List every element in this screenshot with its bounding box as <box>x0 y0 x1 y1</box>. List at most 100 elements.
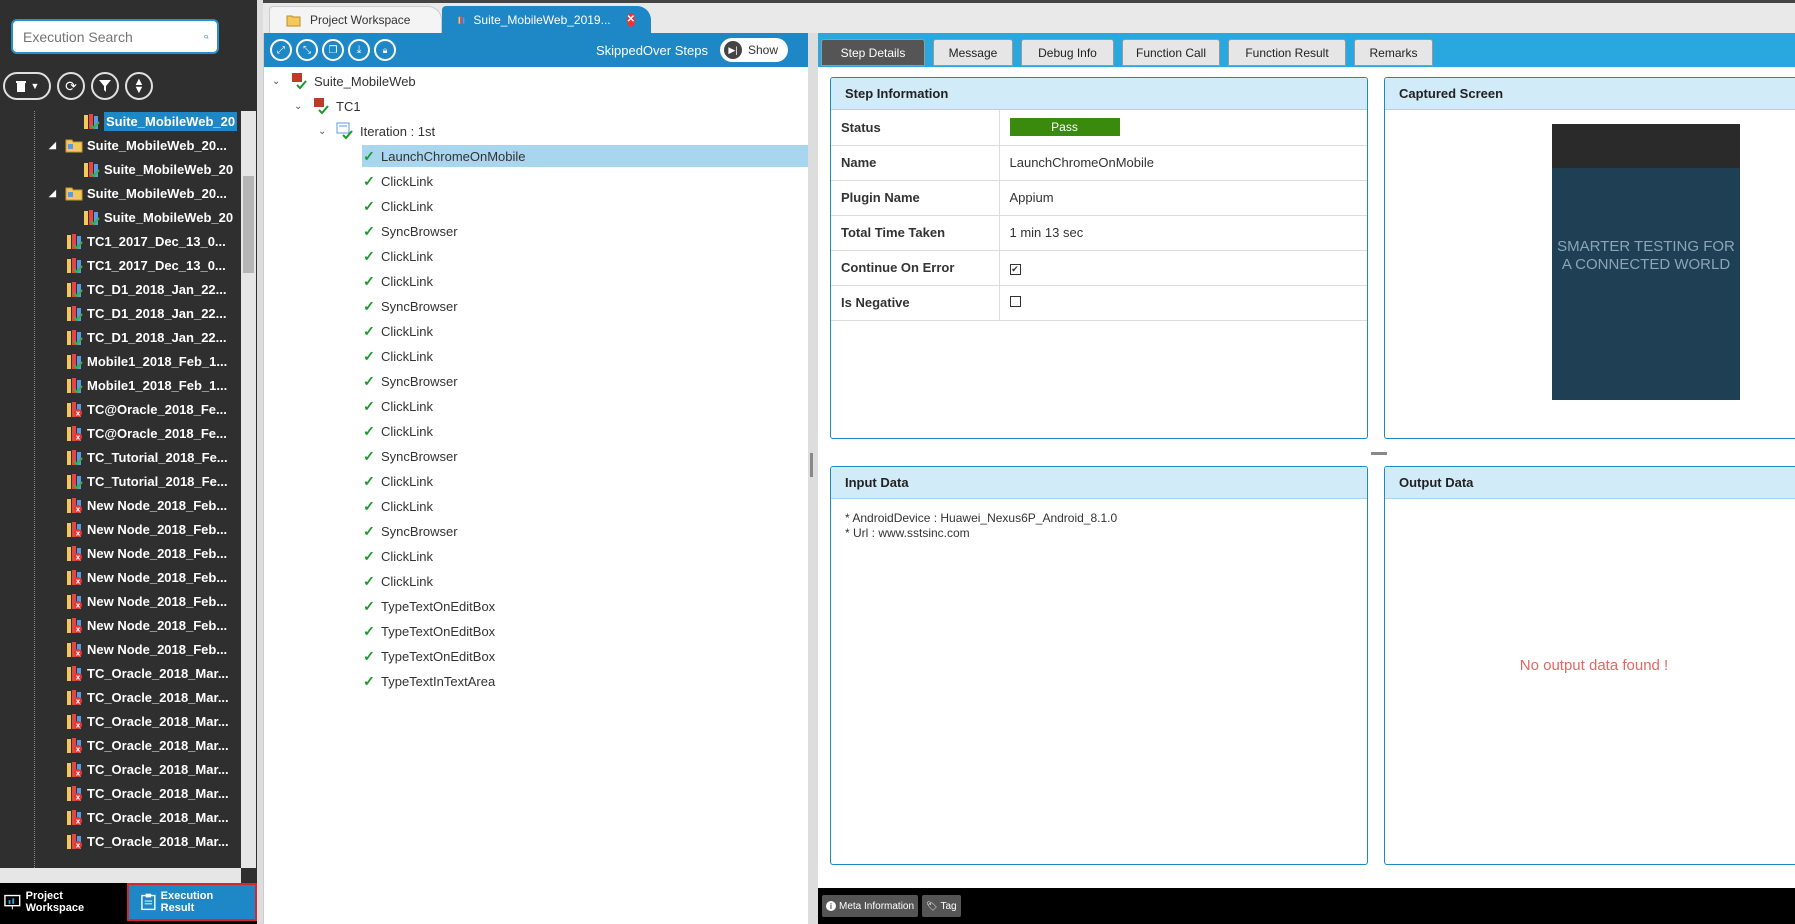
execution-tree-item[interactable]: x TC@Oracle_2018_Fe... <box>49 398 227 420</box>
expand-toggle-icon[interactable]: ⌄ <box>294 101 306 112</box>
expand-all-button[interactable]: ⤢ <box>270 39 292 61</box>
expand-toggle-icon[interactable]: ⌄ <box>272 76 284 87</box>
tree-vertical-scrollbar[interactable] <box>241 111 256 868</box>
step-tree-item[interactable]: ✓ SyncBrowser <box>362 520 457 542</box>
pass-check-icon: ✓ <box>363 197 375 214</box>
execution-tree-item[interactable]: x New Node_2018_Feb... <box>49 614 227 636</box>
step-tree-item[interactable]: ✓ TypeTextOnEditBox <box>362 645 495 667</box>
execution-tree-item[interactable]: Mobile1_2018_Feb_1... <box>49 374 227 396</box>
input-data-list: * AndroidDevice : Huawei_Nexus6P_Android… <box>831 499 1367 553</box>
delete-dropdown-button[interactable]: ▼ <box>3 72 51 100</box>
refresh-button[interactable]: ⟳ <box>57 72 85 100</box>
execution-tree-item[interactable]: x New Node_2018_Feb... <box>49 542 227 564</box>
expand-toggle-icon[interactable]: ◢ <box>49 140 61 151</box>
execution-tree-item[interactable]: TC_D1_2018_Jan_22... <box>49 302 226 324</box>
detail-tab[interactable]: Function Call <box>1122 39 1220 66</box>
detail-tab[interactable]: Message <box>933 39 1013 66</box>
step-tree-item[interactable]: ✓ ClickLink <box>362 195 433 217</box>
close-tab-icon[interactable]: ✕ <box>626 12 635 27</box>
execution-tree-item[interactable]: x New Node_2018_Feb... <box>49 590 227 612</box>
lock-button[interactable]: 🔒︎ <box>374 39 396 61</box>
execution-tree-item[interactable]: x TC_Oracle_2018_Mar... <box>49 662 229 684</box>
execution-tree-item[interactable]: TC_Tutorial_2018_Fe... <box>49 446 228 468</box>
execution-search-input[interactable] <box>23 28 204 45</box>
step-tree-item[interactable]: ✓ ClickLink <box>362 470 433 492</box>
tree-horizontal-scrollbar[interactable] <box>0 868 241 883</box>
step-tree-item[interactable]: ✓ SyncBrowser <box>362 295 457 317</box>
execution-tree-item[interactable]: x TC_Oracle_2018_Mar... <box>49 686 229 708</box>
readonly-checkbox: ✔ <box>1009 264 1021 275</box>
meta-information-button[interactable]: i Meta Information <box>822 895 919 917</box>
step-tree-item[interactable]: ✓ ClickLink <box>362 270 433 292</box>
detail-tab[interactable]: Remarks <box>1354 39 1433 66</box>
execution-tree-item[interactable]: TC_Tutorial_2018_Fe... <box>49 470 228 492</box>
step-tree-item[interactable]: ✓ ClickLink <box>362 420 433 442</box>
step-tree-item[interactable]: ✓ ClickLink <box>362 345 433 367</box>
step-tree-item[interactable]: ✓ ClickLink <box>362 170 433 192</box>
execution-tree-item[interactable]: Mobile1_2018_Feb_1... <box>49 350 227 372</box>
tab-suite-mobileweb[interactable]: Suite_MobileWeb_2019... ✕ <box>442 6 651 33</box>
execution-tree-item[interactable]: x TC_Oracle_2018_Mar... <box>49 782 229 804</box>
search-icon[interactable] <box>204 26 209 48</box>
expand-all-icon: ⤢ <box>277 44 285 56</box>
execution-tree-item[interactable]: x New Node_2018_Feb... <box>49 566 227 588</box>
tag-button[interactable]: 🏷︎ Tag <box>922 895 961 917</box>
step-tree-item[interactable]: ✓ ClickLink <box>362 320 433 342</box>
execution-tree-item[interactable]: ◢ Suite_MobileWeb_20... <box>49 134 227 156</box>
step-tree-item[interactable]: ⌄ Iteration : 1st <box>318 120 435 142</box>
bottom-tab-execution-result[interactable]: Execution Result <box>126 883 257 921</box>
step-tree-item[interactable]: ✓ SyncBrowser <box>362 370 457 392</box>
horizontal-splitter-grip[interactable] <box>1371 452 1387 455</box>
step-tree-item[interactable]: ✓ TypeTextOnEditBox <box>362 620 495 642</box>
execution-tree-item[interactable]: x New Node_2018_Feb... <box>49 494 227 516</box>
step-label: Suite_MobileWeb <box>314 73 416 89</box>
execution-tree-item[interactable]: x TC_Oracle_2018_Mar... <box>49 830 229 852</box>
detail-splitter[interactable] <box>808 33 818 924</box>
execution-tree-item[interactable]: ◢ Suite_MobileWeb_20... <box>49 182 227 204</box>
step-tree-item[interactable]: ✓ LaunchChromeOnMobile <box>362 145 809 167</box>
step-tree-item[interactable]: ✓ ClickLink <box>362 495 433 517</box>
execution-tree-item[interactable]: TC_D1_2018_Jan_22... <box>49 326 226 348</box>
document-tab-bar: Project Workspace Suite_MobileWeb_2019..… <box>263 0 1795 33</box>
show-skipped-toggle[interactable]: ▶| Show <box>719 38 788 62</box>
collapse-all-button[interactable]: ⤡ <box>296 39 318 61</box>
step-tree-item[interactable]: ✓ ClickLink <box>362 395 433 417</box>
expand-toggle-icon[interactable]: ⌄ <box>318 126 330 137</box>
execution-tree-item[interactable]: x New Node_2018_Feb... <box>49 638 227 660</box>
execution-tree-item[interactable]: x TC_Oracle_2018_Mar... <box>49 758 229 780</box>
execution-tree-item[interactable]: Suite_MobileWeb_20 <box>82 111 238 132</box>
step-tree-item[interactable]: ✓ SyncBrowser <box>362 445 458 467</box>
step-tree-item[interactable]: ✓ TypeTextOnEditBox <box>362 595 495 617</box>
step-tree-item[interactable]: ✓ TypeTextInTextArea <box>362 670 495 692</box>
execution-tree-item[interactable]: Suite_MobileWeb_20 <box>82 206 233 228</box>
execution-tree-item[interactable]: x New Node_2018_Feb... <box>49 518 227 540</box>
step-tree-item[interactable]: ✓ SyncBrowser <box>362 220 457 242</box>
detail-tab[interactable]: Debug Info <box>1021 39 1114 66</box>
execution-tree-item[interactable]: TC1_2017_Dec_13_0... <box>49 230 226 252</box>
sort-button[interactable]: ▲ ▼ <box>125 72 153 100</box>
download-button[interactable]: ⤓ <box>348 39 370 61</box>
tab-project-workspace[interactable]: Project Workspace <box>269 6 442 33</box>
detail-tab[interactable]: Function Result <box>1228 39 1346 66</box>
bottom-tab-project-workspace[interactable]: Project Workspace <box>0 883 121 921</box>
splitter-grip[interactable] <box>810 453 813 477</box>
expand-toggle-icon[interactable]: ◢ <box>49 188 61 199</box>
step-tree-item[interactable]: ⌄ TC1 <box>294 95 361 117</box>
step-tree-item[interactable]: ✓ ClickLink <box>362 545 433 567</box>
execution-tree-item[interactable]: Suite_MobileWeb_20 <box>82 158 233 180</box>
filter-button[interactable] <box>91 72 119 100</box>
execution-tree-item[interactable]: x TC@Oracle_2018_Fe... <box>49 422 227 444</box>
captured-screenshot-image[interactable]: SMARTER TESTING FOR A CONNECTED WORLD <box>1552 124 1740 400</box>
step-tree-item[interactable]: ⌄ Suite_MobileWeb <box>272 70 416 92</box>
execution-tree-item[interactable]: TC_D1_2018_Jan_22... <box>49 278 226 300</box>
execution-tree-item[interactable]: x TC_Oracle_2018_Mar... <box>49 734 229 756</box>
scrollbar-thumb[interactable] <box>243 176 254 273</box>
detail-tab[interactable]: Step Details <box>821 39 925 66</box>
step-label: SyncBrowser <box>381 448 458 464</box>
execution-tree-item[interactable]: x TC_Oracle_2018_Mar... <box>49 806 229 828</box>
step-tree-item[interactable]: ✓ ClickLink <box>362 570 433 592</box>
execution-tree-item[interactable]: x TC_Oracle_2018_Mar... <box>49 710 229 732</box>
step-tree-item[interactable]: ✓ ClickLink <box>362 245 433 267</box>
execution-tree-item[interactable]: TC1_2017_Dec_13_0... <box>49 254 226 276</box>
copy-button[interactable]: ❐ <box>322 39 344 61</box>
